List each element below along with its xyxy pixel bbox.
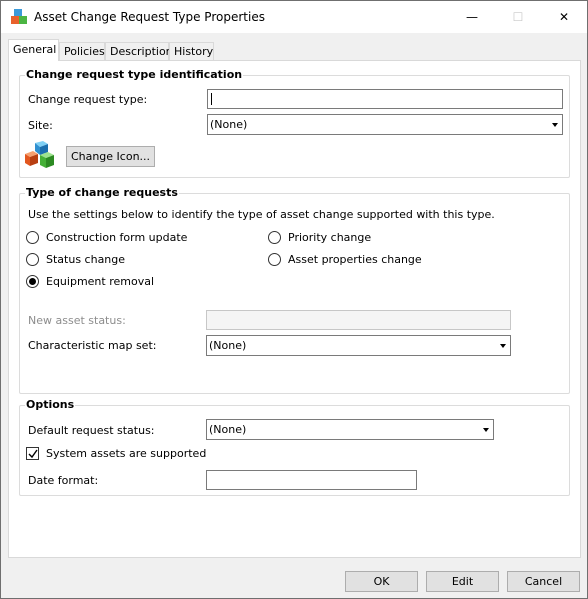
edit-button[interactable]: Edit: [426, 571, 499, 592]
maximize-button[interactable]: ☐: [495, 1, 541, 33]
site-combobox[interactable]: (None): [207, 114, 563, 135]
characteristic-map-set-value: (None): [209, 339, 247, 352]
change-request-type-label: Change request type:: [28, 93, 148, 106]
title-bar: Asset Change Request Type Properties — ☐…: [1, 1, 587, 33]
characteristic-map-set-combobox[interactable]: (None): [206, 335, 511, 356]
stacked-cubes-icon: [25, 141, 54, 168]
priority-change-label[interactable]: Priority change: [288, 231, 371, 244]
identification-group-title: Change request type identification: [25, 68, 244, 81]
tab-policies[interactable]: Policies: [59, 42, 105, 61]
cancel-button[interactable]: Cancel: [507, 571, 580, 592]
chevron-down-icon: [483, 428, 489, 432]
radio-asset-properties-change[interactable]: [268, 253, 281, 266]
window-title: Asset Change Request Type Properties: [34, 10, 265, 24]
chevron-down-icon: [500, 344, 506, 348]
characteristic-map-set-label: Characteristic map set:: [28, 339, 157, 352]
checkmark-icon: [28, 449, 38, 459]
type-of-change-group: Type of change requests Use the settings…: [19, 186, 570, 394]
date-format-input[interactable]: [206, 470, 417, 490]
default-request-status-combobox[interactable]: (None): [206, 419, 494, 440]
default-request-status-value: (None): [209, 423, 247, 436]
general-tab-panel: Change request type identification Chang…: [8, 60, 581, 558]
system-assets-label[interactable]: System assets are supported: [46, 447, 206, 460]
status-change-label[interactable]: Status change: [46, 253, 125, 266]
system-assets-checkbox[interactable]: [26, 447, 39, 460]
tab-general[interactable]: General: [8, 39, 59, 61]
equipment-removal-label[interactable]: Equipment removal: [46, 275, 154, 288]
minimize-button[interactable]: —: [449, 1, 495, 33]
change-icon-button[interactable]: Change Icon...: [66, 146, 155, 167]
site-label: Site:: [28, 119, 53, 132]
radio-construction-form-update[interactable]: [26, 231, 39, 244]
radio-status-change[interactable]: [26, 253, 39, 266]
ok-button[interactable]: OK: [345, 571, 418, 592]
site-value: (None): [210, 118, 248, 131]
app-icon: [11, 9, 27, 24]
options-group: Options Default request status: (None) S…: [19, 398, 570, 496]
construction-form-update-label[interactable]: Construction form update: [46, 231, 187, 244]
chevron-down-icon: [552, 123, 558, 127]
type-description: Use the settings below to identify the t…: [28, 208, 495, 221]
text-caret: [211, 93, 212, 105]
default-request-status-label: Default request status:: [28, 424, 155, 437]
new-asset-status-input: [206, 310, 511, 330]
identification-group: Change request type identification Chang…: [19, 68, 570, 178]
asset-properties-change-label[interactable]: Asset properties change: [288, 253, 422, 266]
close-button[interactable]: ✕: [541, 1, 587, 33]
new-asset-status-label: New asset status:: [28, 314, 126, 327]
type-of-change-group-title: Type of change requests: [25, 186, 179, 199]
radio-equipment-removal[interactable]: [26, 275, 39, 288]
tab-description[interactable]: Description: [105, 42, 173, 61]
dialog-window: Asset Change Request Type Properties — ☐…: [0, 0, 588, 599]
options-group-title: Options: [25, 398, 76, 411]
radio-priority-change[interactable]: [268, 231, 281, 244]
date-format-label: Date format:: [28, 474, 99, 487]
tab-history[interactable]: History: [169, 42, 214, 61]
change-request-type-input[interactable]: [207, 89, 563, 109]
